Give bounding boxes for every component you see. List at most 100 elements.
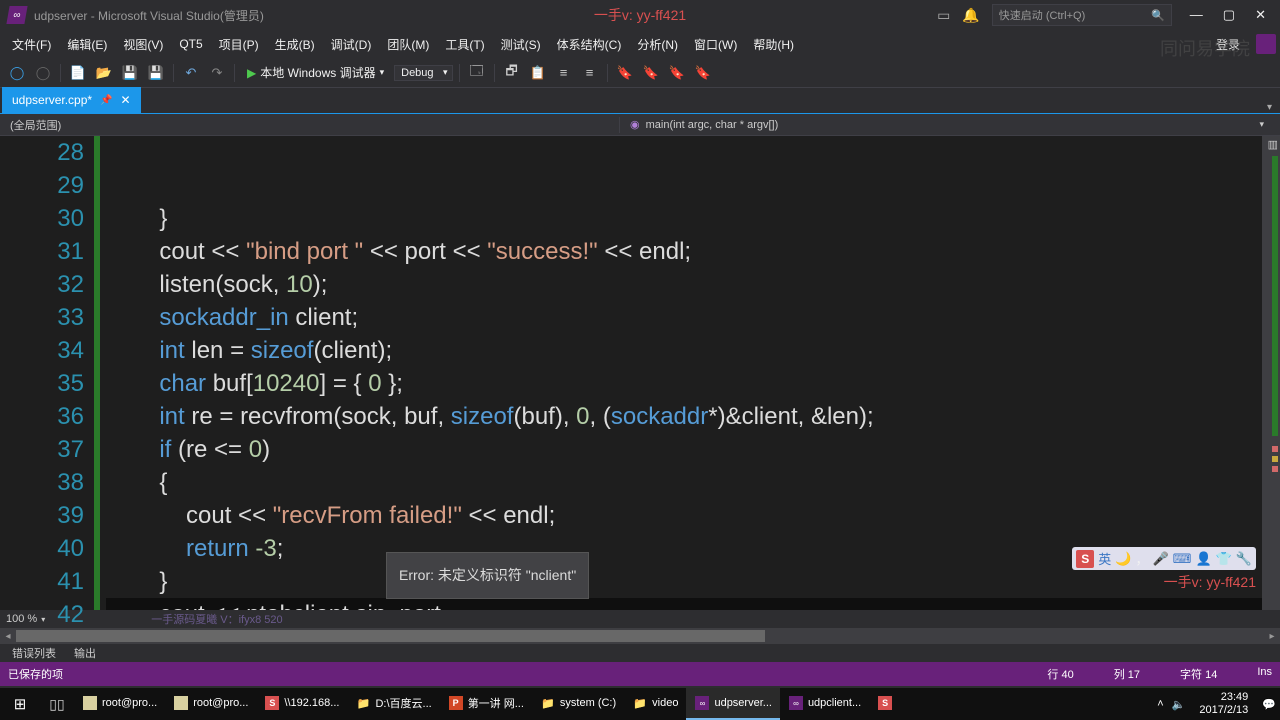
code-editor[interactable]: 282930313233343536373839404142 } cout <<… bbox=[0, 136, 1280, 610]
code-line[interactable]: if (re <= 0) bbox=[106, 433, 1280, 466]
code-line[interactable]: char buf[10240] = { 0 }; bbox=[106, 367, 1280, 400]
task-view-button[interactable]: ▯▯ bbox=[40, 696, 74, 713]
code-line[interactable]: int re = recvfrom(sock, buf, sizeof(buf)… bbox=[106, 400, 1280, 433]
separator bbox=[607, 64, 608, 82]
clock[interactable]: 23:49 2017/2/13 bbox=[1193, 691, 1254, 717]
scroll-right[interactable]: ▸ bbox=[1264, 631, 1280, 642]
close-button[interactable]: ✕ bbox=[1249, 5, 1272, 25]
tab-output[interactable]: 输出 bbox=[66, 644, 104, 662]
menu-edit[interactable]: 编辑(E) bbox=[59, 32, 115, 57]
line-number: 36 bbox=[0, 400, 84, 433]
shirt-icon[interactable]: 👕 bbox=[1216, 551, 1232, 567]
pin-icon[interactable]: 📌 bbox=[100, 95, 112, 106]
code-line[interactable]: listen(sock, 10); bbox=[106, 268, 1280, 301]
code-line[interactable]: cout << ntohclient.sin_port bbox=[106, 598, 1280, 610]
menu-help[interactable]: 帮助(H) bbox=[745, 32, 802, 57]
wrench-icon[interactable]: 🔧 bbox=[1236, 551, 1252, 567]
maximize-button[interactable]: ▢ bbox=[1217, 5, 1241, 25]
split-icon[interactable]: ▥ bbox=[1268, 138, 1278, 151]
start-debug-button[interactable]: ▶ 本地 Windows 调试器 ▾ bbox=[241, 62, 390, 83]
tab-error-list[interactable]: 错误列表 bbox=[4, 644, 64, 662]
menu-view[interactable]: 视图(V) bbox=[115, 32, 171, 57]
tab-udpserver[interactable]: udpserver.cpp* 📌 ✕ bbox=[2, 87, 141, 113]
notifications-button[interactable]: 💬 bbox=[1262, 698, 1276, 711]
save-button[interactable]: 💾 bbox=[119, 62, 141, 84]
quick-launch-input[interactable]: 快速启动 (Ctrl+Q) 🔍 bbox=[992, 4, 1172, 26]
document-tabs: udpserver.cpp* 📌 ✕ ▾ bbox=[0, 88, 1280, 114]
moon-icon[interactable]: 🌙 bbox=[1115, 551, 1131, 567]
tb-icon-3[interactable]: 📋 bbox=[527, 62, 549, 84]
system-tray[interactable]: ˄ 🔈 23:49 2017/2/13 💬 bbox=[1157, 691, 1280, 717]
menu-window[interactable]: 窗口(W) bbox=[686, 32, 745, 57]
bookmark-button[interactable]: 🔖 bbox=[614, 62, 636, 84]
scope-dropdown[interactable]: (全局范围) bbox=[0, 117, 620, 133]
tb-icon-5[interactable]: ≡ bbox=[579, 62, 601, 84]
tb-icon-4[interactable]: ≡ bbox=[553, 62, 575, 84]
tray-up-icon[interactable]: ˄ bbox=[1157, 698, 1163, 710]
feedback-icon[interactable]: ▭ bbox=[937, 7, 950, 24]
taskbar-task[interactable]: ∞udpclient... bbox=[780, 688, 869, 720]
code-line[interactable]: int len = sizeof(client); bbox=[106, 334, 1280, 367]
menu-file[interactable]: 文件(F) bbox=[4, 32, 59, 57]
function-dropdown[interactable]: ◉ main(int argc, char * argv[]) ▾ bbox=[620, 118, 1280, 131]
code-line[interactable]: cout << "recvFrom failed!" << endl; bbox=[106, 499, 1280, 532]
save-all-button[interactable]: 💾 bbox=[145, 62, 167, 84]
menu-analyze[interactable]: 分析(N) bbox=[629, 32, 686, 57]
code-line[interactable]: } bbox=[106, 202, 1280, 235]
taskbar-task[interactable]: P第一讲 网... bbox=[440, 688, 532, 720]
mic-icon[interactable]: 🎤 bbox=[1152, 551, 1168, 567]
ime-toolbar[interactable]: S 英 🌙 ， 🎤 ⌨ 👤 👕 🔧 bbox=[1072, 547, 1256, 570]
menu-qt5[interactable]: QT5 bbox=[171, 33, 210, 55]
avatar-icon[interactable] bbox=[1256, 34, 1276, 54]
scroll-thumb[interactable] bbox=[16, 630, 765, 642]
scroll-left[interactable]: ◂ bbox=[0, 631, 16, 642]
menu-team[interactable]: 团队(M) bbox=[379, 32, 437, 57]
nav-back-button[interactable]: ◯ bbox=[6, 62, 28, 84]
menu-test[interactable]: 测试(S) bbox=[493, 32, 549, 57]
taskbar-task[interactable]: 📁D:\百度云... bbox=[347, 688, 439, 720]
redo-button[interactable]: ↷ bbox=[206, 62, 228, 84]
taskbar-task[interactable]: S\\192.168... bbox=[256, 688, 347, 720]
start-button[interactable]: ⊞ bbox=[0, 695, 40, 713]
horizontal-scrollbar[interactable]: ◂ ▸ bbox=[0, 628, 1280, 644]
code-line[interactable]: sockaddr_in client; bbox=[106, 301, 1280, 334]
s-icon: S bbox=[1076, 550, 1094, 568]
task-label: system (C:) bbox=[560, 697, 616, 709]
tab-overflow-button[interactable]: ▾ bbox=[1259, 102, 1280, 113]
taskbar-task[interactable]: 📁video bbox=[624, 688, 686, 720]
menu-build[interactable]: 生成(B) bbox=[267, 32, 323, 57]
tb-icon-1[interactable]: 🗔 bbox=[466, 62, 488, 84]
code-line[interactable]: { bbox=[106, 466, 1280, 499]
open-file-button[interactable]: 📂 bbox=[93, 62, 115, 84]
config-dropdown[interactable]: Debug bbox=[394, 65, 452, 81]
person-icon[interactable]: 👤 bbox=[1195, 551, 1211, 567]
tab-close-button[interactable]: ✕ bbox=[121, 93, 131, 107]
menu-project[interactable]: 项目(P) bbox=[211, 32, 267, 57]
ime-lang[interactable]: 英 bbox=[1098, 549, 1111, 568]
new-file-button[interactable]: 📄 bbox=[67, 62, 89, 84]
task-label: 第一讲 网... bbox=[468, 695, 524, 711]
nav-forward-button[interactable]: ◯ bbox=[32, 62, 54, 84]
taskbar-task[interactable]: 📁system (C:) bbox=[532, 688, 624, 720]
taskbar-task[interactable]: ∞udpserver... bbox=[686, 688, 779, 720]
tray-network-icon[interactable]: 🔈 bbox=[1172, 698, 1186, 711]
code-area[interactable]: } cout << "bind port " << port << "succe… bbox=[100, 136, 1280, 610]
undo-button[interactable]: ↶ bbox=[180, 62, 202, 84]
bookmark-prev[interactable]: 🔖 bbox=[640, 62, 662, 84]
bookmark-clear[interactable]: 🔖 bbox=[692, 62, 714, 84]
vertical-scrollbar[interactable]: ▥ bbox=[1262, 136, 1280, 610]
punct-icon[interactable]: ， bbox=[1135, 549, 1148, 568]
keyboard-icon[interactable]: ⌨ bbox=[1173, 551, 1192, 567]
bookmark-next[interactable]: 🔖 bbox=[666, 62, 688, 84]
taskbar-task[interactable]: root@pro... bbox=[74, 688, 165, 720]
menu-tools[interactable]: 工具(T) bbox=[437, 32, 492, 57]
minimize-button[interactable]: — bbox=[1184, 5, 1209, 25]
taskbar-task[interactable]: S bbox=[869, 688, 905, 720]
code-line[interactable]: cout << "bind port " << port << "success… bbox=[106, 235, 1280, 268]
tb-icon-2[interactable]: 🗗 bbox=[501, 62, 523, 84]
taskbar-task[interactable]: root@pro... bbox=[165, 688, 256, 720]
menu-debug[interactable]: 调试(D) bbox=[323, 32, 380, 57]
menu-architecture[interactable]: 体系结构(C) bbox=[549, 32, 630, 57]
line-number: 41 bbox=[0, 565, 84, 598]
notification-icon[interactable]: 🔔 bbox=[962, 7, 979, 24]
